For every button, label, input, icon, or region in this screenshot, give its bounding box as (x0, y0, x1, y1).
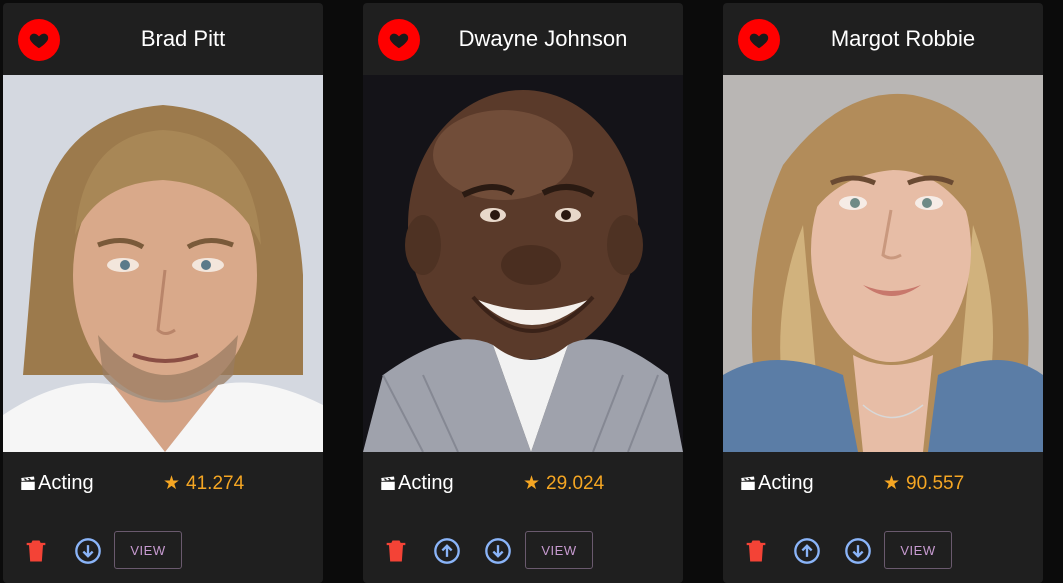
trash-icon (386, 540, 406, 562)
popularity-rating: ★ 90.557 (883, 472, 964, 495)
trash-icon (26, 540, 46, 562)
popularity-value: 29.024 (546, 472, 605, 494)
department: Acting (379, 472, 454, 495)
card-actions: VIEW (3, 531, 323, 571)
arrow-up-circle-icon (794, 538, 820, 564)
popularity-rating: ★ 29.024 (523, 472, 604, 495)
arrow-down-circle-icon (845, 538, 871, 564)
arrow-down-circle-icon (75, 538, 101, 564)
trash-icon (746, 540, 766, 562)
department: Acting (19, 472, 94, 495)
star-icon: ★ (883, 473, 901, 494)
move-down-button[interactable] (72, 535, 104, 567)
person-card: Dwayne Johnson Acting ★ 29.024 VIEW (363, 3, 683, 583)
person-photo[interactable] (363, 75, 683, 452)
person-photo[interactable] (723, 75, 1043, 452)
view-button[interactable]: VIEW (525, 531, 593, 569)
arrow-down-circle-icon (485, 538, 511, 564)
card-header: Dwayne Johnson (363, 3, 683, 75)
favorite-button[interactable] (378, 19, 420, 61)
heart-icon (749, 33, 769, 49)
favorite-button[interactable] (738, 19, 780, 61)
portrait-image (363, 75, 683, 452)
star-icon: ★ (163, 473, 181, 494)
person-card: Brad Pitt Acting ★ 41.274 VIEW (3, 3, 323, 583)
person-card: Margot Robbie Acting ★ 90.557 VIEW (723, 3, 1043, 583)
department: Acting (739, 472, 814, 495)
star-icon: ★ (523, 473, 541, 494)
delete-button[interactable] (380, 535, 412, 567)
person-card-grid: Brad Pitt Acting ★ 41.274 VIEW Dwayne Jo… (0, 0, 1063, 583)
department-label: Acting (398, 472, 454, 494)
person-name: Margot Robbie (830, 26, 976, 51)
department-label: Acting (38, 472, 94, 494)
heart-icon (29, 33, 49, 49)
person-name: Brad Pitt (140, 26, 226, 51)
delete-button[interactable] (20, 535, 52, 567)
move-up-button[interactable] (431, 535, 463, 567)
favorite-button[interactable] (18, 19, 60, 61)
person-photo[interactable] (3, 75, 323, 452)
card-meta: Acting ★ 90.557 (723, 452, 1043, 518)
delete-button[interactable] (740, 535, 772, 567)
move-up-button[interactable] (791, 535, 823, 567)
card-actions: VIEW (363, 531, 683, 571)
arrow-up-circle-icon (434, 538, 460, 564)
card-header: Brad Pitt (3, 3, 323, 75)
movie-clapper-icon (21, 476, 35, 490)
view-button[interactable]: VIEW (114, 531, 182, 569)
popularity-value: 90.557 (906, 472, 965, 494)
person-name: Dwayne Johnson (458, 26, 628, 51)
view-button[interactable]: VIEW (884, 531, 952, 569)
popularity-rating: ★ 41.274 (163, 472, 244, 495)
card-actions: VIEW (723, 531, 1043, 571)
movie-clapper-icon (381, 476, 395, 490)
heart-icon (389, 33, 409, 49)
movie-clapper-icon (741, 476, 755, 490)
portrait-image (3, 75, 323, 452)
move-down-button[interactable] (842, 535, 874, 567)
portrait-image (723, 75, 1043, 452)
department-label: Acting (758, 472, 814, 494)
card-meta: Acting ★ 41.274 (3, 452, 323, 518)
popularity-value: 41.274 (186, 472, 245, 494)
card-meta: Acting ★ 29.024 (363, 452, 683, 518)
move-down-button[interactable] (482, 535, 514, 567)
card-header: Margot Robbie (723, 3, 1043, 75)
